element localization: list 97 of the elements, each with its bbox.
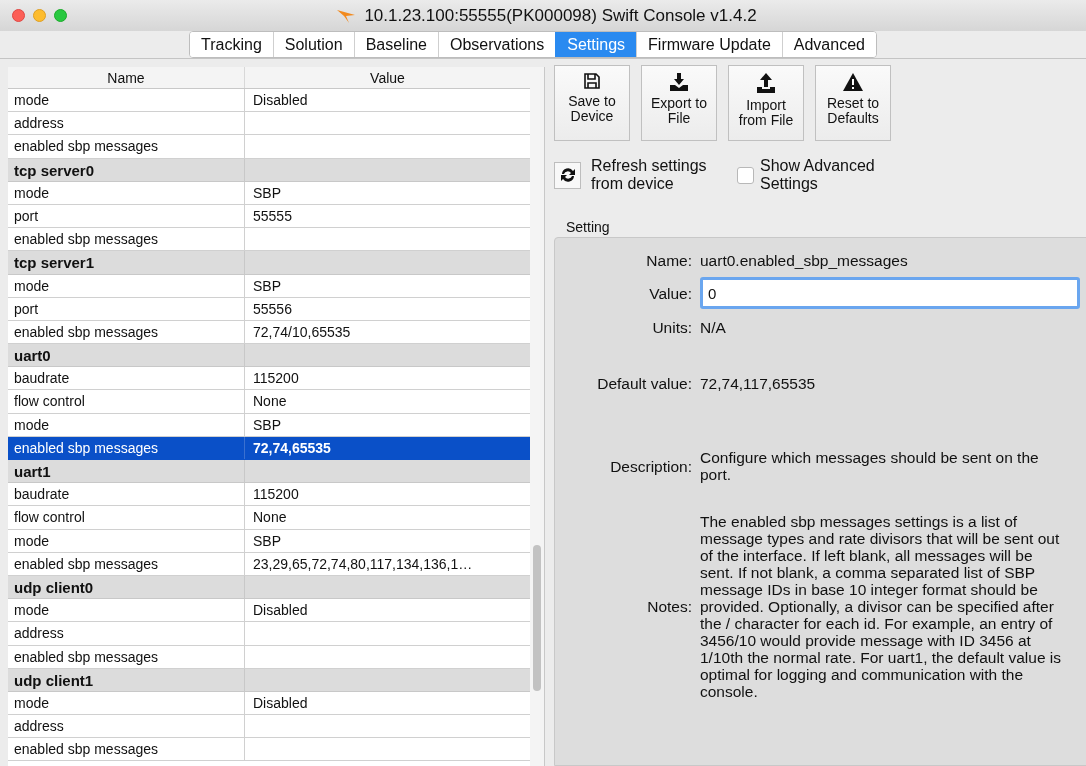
field-label: Default value: bbox=[596, 375, 692, 392]
table-row[interactable]: mode Disabled bbox=[8, 691, 530, 716]
table-cell-text: 55556 bbox=[252, 299, 293, 319]
table-cell: enabled sbp messages bbox=[8, 320, 245, 344]
refresh-label: Refresh settings from device bbox=[591, 157, 708, 193]
table-row[interactable]: flow control None bbox=[8, 390, 530, 414]
refresh-button[interactable] bbox=[554, 161, 581, 189]
field-label: Name: bbox=[645, 252, 692, 269]
download-icon bbox=[668, 72, 690, 92]
maximize-icon[interactable] bbox=[54, 9, 67, 22]
close-icon[interactable] bbox=[12, 9, 25, 22]
table-row[interactable]: mode Disabled bbox=[8, 599, 530, 623]
table-cell-text: SBP bbox=[252, 183, 282, 203]
value-field[interactable]: 0 bbox=[700, 277, 1080, 309]
table-cell: flow control bbox=[8, 390, 245, 413]
table-cell: baudrate bbox=[8, 367, 245, 390]
table-cell-text: 72,74/10,65535 bbox=[252, 322, 352, 342]
table-cell: port bbox=[8, 204, 245, 228]
field-label: Value: bbox=[648, 284, 692, 302]
table-cell-text: None bbox=[252, 392, 288, 412]
field-label: Description: bbox=[609, 457, 692, 475]
toolbar-button[interactable]: Save to Device bbox=[554, 65, 630, 141]
table-row[interactable]: enabled sbp messages 23,29,65,72,74,80,117,134,136,1… bbox=[8, 552, 530, 576]
table-cell: enabled sbp messages bbox=[8, 552, 245, 575]
table-cell: address bbox=[8, 622, 245, 645]
toolbar-button[interactable]: Reset to Defaults bbox=[815, 65, 891, 141]
table-row[interactable]: enabled sbp messages bbox=[8, 645, 530, 669]
field-label: Units: bbox=[651, 319, 692, 336]
table-cell-text: None bbox=[252, 508, 288, 528]
table-cell: mode bbox=[8, 413, 245, 436]
table-cell: baudrate bbox=[8, 483, 245, 506]
table-cell: mode bbox=[8, 89, 245, 112]
table-row[interactable]: flow control None bbox=[8, 506, 530, 530]
table-cell: enabled sbp messages bbox=[8, 645, 245, 668]
table-cell: address bbox=[8, 112, 245, 135]
table-cell: port bbox=[8, 297, 245, 320]
table-row[interactable]: mode SBP bbox=[8, 181, 530, 205]
table-row[interactable]: address bbox=[8, 715, 530, 739]
scrollbar-thumb[interactable] bbox=[533, 545, 541, 691]
table-cell-text: SBP bbox=[252, 415, 282, 435]
table-row[interactable]: address bbox=[8, 112, 530, 136]
table-row[interactable]: address bbox=[8, 622, 530, 646]
group-title: Setting bbox=[566, 219, 610, 235]
table-cell-text: 55555 bbox=[252, 206, 293, 226]
checkbox[interactable] bbox=[737, 166, 754, 184]
table-cell-text: Disabled bbox=[252, 601, 309, 621]
refresh-icon bbox=[558, 166, 577, 184]
table-cell-text: Disabled bbox=[252, 693, 309, 713]
table-cell: mode bbox=[8, 529, 245, 552]
field-value: Configure which messages should be sent on the port. bbox=[700, 449, 1040, 483]
table-cell-text: Disabled bbox=[252, 91, 309, 110]
table-cell: enabled sbp messages bbox=[8, 135, 245, 158]
window-title: 10.1.23.100:55555(PK000098) Swift Console v1.4.2 bbox=[364, 4, 757, 27]
table-row[interactable]: baudrate 115200 bbox=[8, 483, 530, 507]
table-cell: mode bbox=[8, 599, 245, 622]
table-cell: address bbox=[8, 715, 245, 738]
column-header[interactable]: Value bbox=[245, 67, 530, 88]
table-cell: enabled sbp messages bbox=[8, 738, 245, 761]
table-row[interactable]: mode SBP bbox=[8, 274, 530, 298]
toolbar-button[interactable]: Export to File bbox=[641, 65, 717, 141]
minimize-icon[interactable] bbox=[33, 9, 46, 22]
table-row[interactable]: port 55555 bbox=[8, 204, 530, 229]
tab[interactable]: Advanced bbox=[781, 32, 876, 57]
warning-icon bbox=[842, 72, 864, 92]
table-row[interactable]: enabled sbp messages bbox=[8, 738, 530, 762]
table-row[interactable]: mode Disabled bbox=[8, 89, 530, 113]
field-value: N/A bbox=[700, 319, 727, 336]
upload-icon bbox=[755, 72, 777, 94]
table-row[interactable]: port 55556 bbox=[8, 297, 530, 321]
toolbar-button[interactable]: Import from File bbox=[728, 65, 804, 141]
checkbox-label: Show Advanced Settings bbox=[760, 157, 876, 193]
table-row[interactable]: baudrate 115200 bbox=[8, 367, 530, 391]
table-cell: mode bbox=[8, 274, 245, 297]
table-row[interactable]: enabled sbp messages 72,74,65535 bbox=[8, 436, 530, 460]
field-label: Notes: bbox=[646, 598, 692, 615]
table-cell-text: 115200 bbox=[252, 485, 300, 505]
field-value: uart0.enabled_sbp_messages bbox=[700, 252, 909, 269]
table-cell: mode bbox=[8, 691, 245, 715]
save-icon bbox=[583, 72, 601, 90]
table-row[interactable]: enabled sbp messages bbox=[8, 135, 530, 159]
table-row[interactable]: enabled sbp messages 72,74/10,65535 bbox=[8, 320, 530, 345]
table-cell: mode bbox=[8, 181, 245, 204]
table-cell-text: 23,29,65,72,74,80,117,134,136,1… bbox=[252, 554, 474, 574]
field-value: 72,74,117,65535 bbox=[700, 375, 817, 392]
table-cell: enabled sbp messages bbox=[8, 436, 245, 459]
table-cell-text: 72,74,65535 bbox=[252, 438, 332, 458]
table-cell: flow control bbox=[8, 506, 245, 529]
table-cell-text: SBP bbox=[252, 276, 282, 296]
field-value: The enabled sbp messages settings is a list of message types and rate divisors that will be sent out of the interface. If left blank, all messages will be sent. If not blank, a comma separated list of SBP message IDs in base 10 integer format should be provided. Optionally, a divisor can be specified after the / character for each id. For example, an entry of 3456/10 would provide message with ID 3456 at 1/10th the normal rate. For uart1, the default value is optimal for logging and communication with the console. bbox=[700, 513, 1062, 700]
tab[interactable]: Settings bbox=[555, 32, 637, 57]
column-header[interactable]: Name bbox=[8, 67, 245, 88]
table-cell-text: SBP bbox=[252, 531, 282, 551]
table-row[interactable]: mode SBP bbox=[8, 529, 530, 553]
table-cell: enabled sbp messages bbox=[8, 228, 245, 251]
table-row[interactable]: enabled sbp messages bbox=[8, 228, 530, 252]
table-row[interactable]: mode SBP bbox=[8, 413, 530, 437]
table-cell-text: 115200 bbox=[252, 369, 300, 389]
